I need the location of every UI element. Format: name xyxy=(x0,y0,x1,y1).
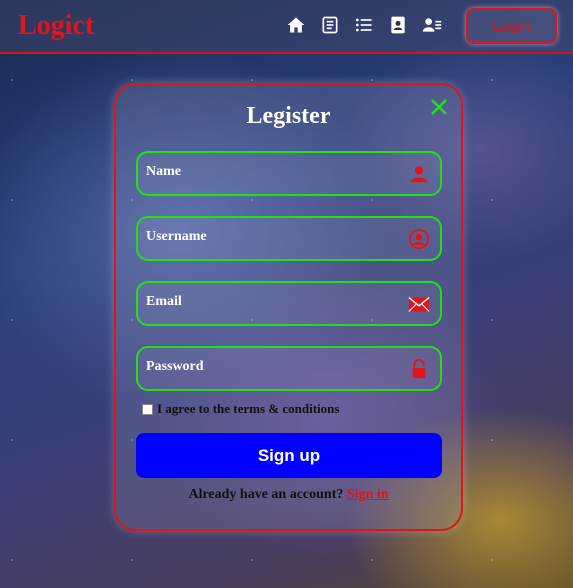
signin-prompt-text: Already have an account? xyxy=(188,487,344,502)
list-icon[interactable] xyxy=(353,14,375,36)
user-details-icon[interactable] xyxy=(421,14,443,36)
user-circle-icon xyxy=(408,228,430,250)
username-field[interactable]: Username xyxy=(136,216,442,261)
name-label: Name xyxy=(146,164,181,179)
signup-button[interactable]: Sign up xyxy=(136,433,442,478)
form-title: Legister xyxy=(246,103,331,129)
terms-checkbox[interactable] xyxy=(142,403,153,415)
notes-icon[interactable] xyxy=(319,14,341,36)
password-label: Password xyxy=(146,359,204,374)
register-card: Legister Name Username Email Password I … xyxy=(114,83,463,531)
signin-link[interactable]: Sign in xyxy=(347,487,389,502)
terms-row: I agree to the terms & conditions xyxy=(142,401,339,417)
user-icon xyxy=(408,163,430,185)
home-icon[interactable] xyxy=(285,14,307,36)
signin-prompt: Already have an account? Sign in xyxy=(116,487,461,503)
username-label: Username xyxy=(146,229,207,244)
logo: Logict xyxy=(18,10,95,41)
lock-icon xyxy=(408,358,430,380)
top-navbar: Logict Login xyxy=(0,0,573,54)
contact-card-icon[interactable] xyxy=(387,14,409,36)
nav-icons xyxy=(285,14,443,36)
email-label: Email xyxy=(146,294,182,309)
name-field[interactable]: Name xyxy=(136,151,442,196)
close-icon[interactable] xyxy=(429,97,449,117)
terms-label: I agree to the terms & conditions xyxy=(157,401,340,416)
password-field[interactable]: Password xyxy=(136,346,442,391)
envelope-icon xyxy=(408,293,430,315)
login-button[interactable]: Login xyxy=(466,8,557,44)
email-field[interactable]: Email xyxy=(136,281,442,326)
